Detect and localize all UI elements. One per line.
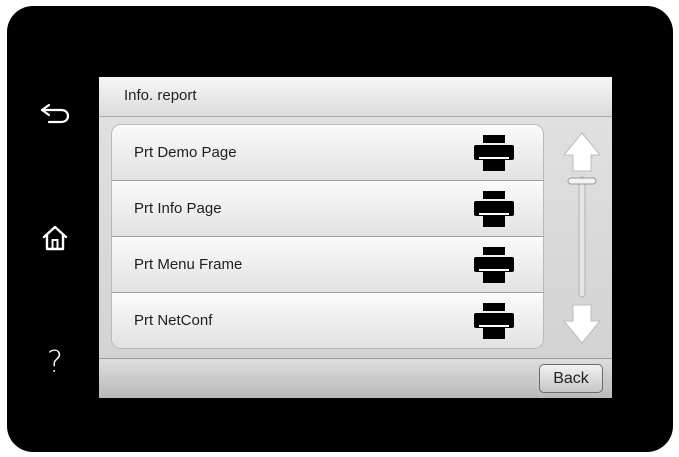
printer-icon — [474, 135, 514, 171]
list-item-label: Prt Info Page — [134, 200, 222, 217]
printer-icon — [474, 247, 514, 283]
printer-icon — [474, 191, 514, 227]
list-item-prt-demo-page[interactable]: Prt Demo Page — [112, 125, 543, 181]
list-item-prt-info-page[interactable]: Prt Info Page — [112, 181, 543, 237]
title-bar: Info. report — [99, 77, 612, 117]
arrow-up-icon[interactable] — [562, 132, 602, 172]
content-area: Prt Demo Page Prt Info Page Prt Menu Fra… — [99, 117, 612, 358]
list-item-prt-netconf[interactable]: Prt NetConf — [112, 293, 543, 348]
page-title: Info. report — [124, 87, 197, 104]
bottom-bar: Back — [99, 358, 612, 398]
back-side-button[interactable] — [35, 93, 75, 133]
list-item-label: Prt NetConf — [134, 312, 213, 329]
scroll-thumb[interactable] — [567, 177, 597, 185]
scroll-track[interactable] — [578, 176, 586, 298]
help-side-button[interactable]: ? — [35, 342, 75, 382]
help-icon: ? — [47, 344, 63, 380]
list-item-label: Prt Demo Page — [134, 144, 237, 161]
scrollbar[interactable] — [557, 117, 607, 358]
list-item-label: Prt Menu Frame — [134, 256, 243, 273]
back-arrow-icon — [40, 103, 70, 124]
touch-screen: Info. report Prt Demo Page Prt Info Page — [99, 77, 612, 398]
arrow-down-icon[interactable] — [562, 304, 602, 344]
home-side-button[interactable] — [35, 218, 75, 258]
home-icon — [42, 225, 68, 251]
printer-icon — [474, 303, 514, 339]
menu-list: Prt Demo Page Prt Info Page Prt Menu Fra… — [111, 124, 544, 349]
back-button[interactable]: Back — [539, 364, 603, 393]
list-item-prt-menu-frame[interactable]: Prt Menu Frame — [112, 237, 543, 293]
